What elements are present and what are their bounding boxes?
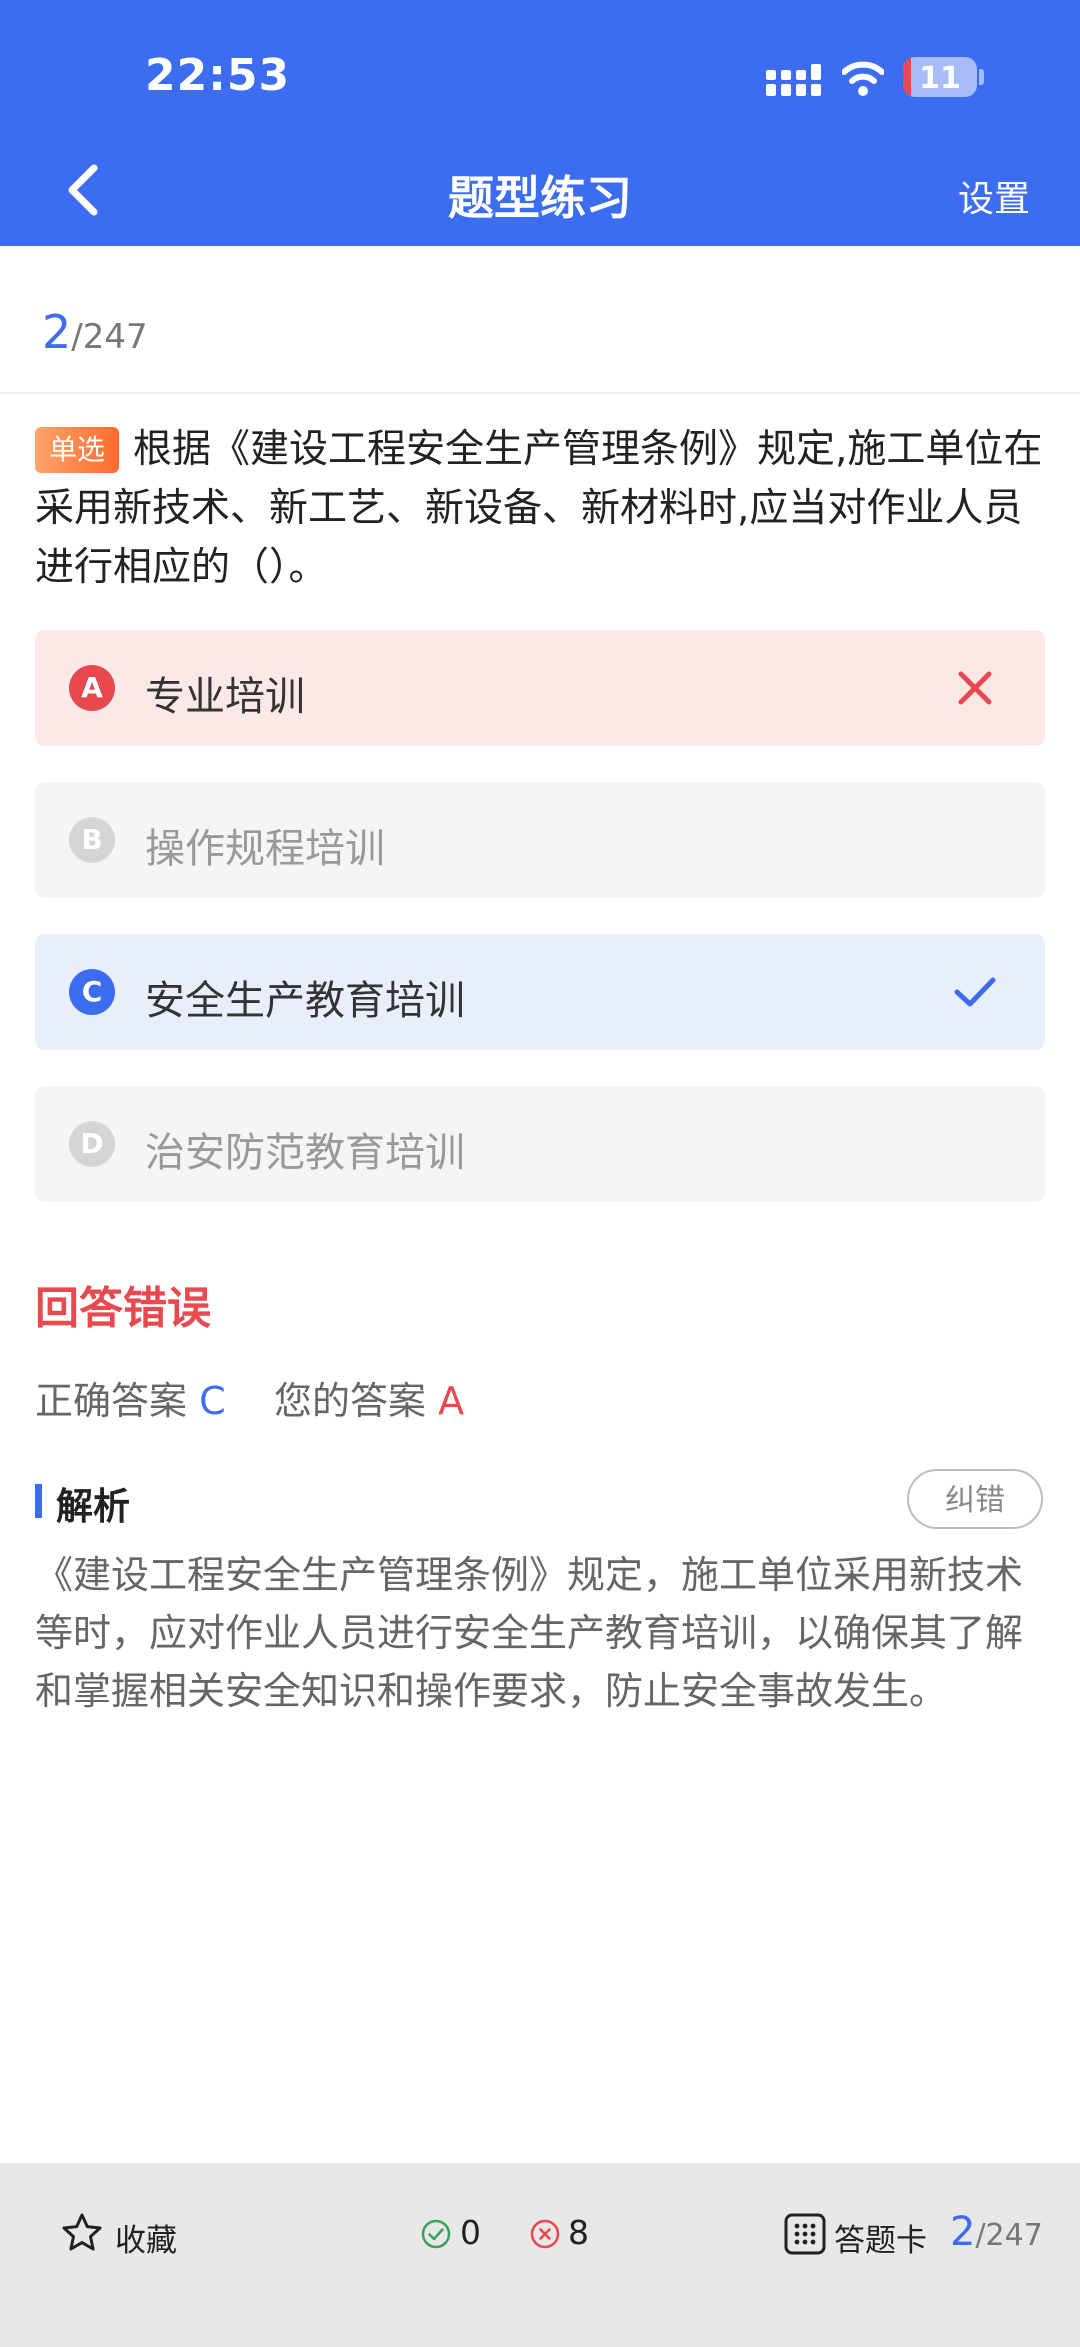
correct-answer-label: 正确答案	[35, 1379, 188, 1423]
your-answer-value: A	[438, 1379, 465, 1423]
question-text: 根据《建设工程安全生产管理条例》规定,施工单位在采用新技术、新工艺、新设备、新材…	[35, 427, 1043, 590]
answer-card-button[interactable]: 答题卡	[834, 2215, 927, 2260]
wrong-count: 8	[568, 2213, 589, 2252]
bottom-progress-total: /247	[975, 2218, 1043, 2253]
option-text-b: 操作规程培训	[145, 826, 385, 872]
question-text-block: 单选 根据《建设工程安全生产管理条例》规定,施工单位在采用新技术、新工艺、新设备、…	[35, 420, 1045, 597]
option-text-c: 安全生产教育培训	[145, 978, 465, 1024]
question-type-tag: 单选	[35, 427, 120, 473]
correct-answer-value: C	[199, 1379, 226, 1423]
analysis-text: 《建设工程安全生产管理条例》规定，施工单位采用新技术等时，应对作业人员进行安全生…	[35, 1553, 1024, 1713]
bottom-bar: 收藏 0 8 答题卡 2/247	[0, 2163, 1080, 2347]
cross-circle-icon	[530, 2219, 560, 2249]
correct-count: 0	[460, 2213, 481, 2252]
report-error-button[interactable]: 纠错	[907, 1469, 1043, 1529]
star-icon[interactable]	[60, 2211, 104, 2255]
option-text-d: 治安防范教育培训	[145, 1130, 465, 1176]
page-title: 题型练习	[448, 171, 632, 225]
app-header: 22:53 11 题型练习 设置	[0, 0, 1080, 246]
status-time: 22:53	[145, 50, 291, 101]
option-text-a: 专业培训	[145, 674, 305, 720]
progress-current: 2	[42, 305, 72, 359]
favorite-button[interactable]: 收藏	[115, 2215, 177, 2260]
battery-icon: 11	[903, 57, 977, 97]
progress-total: /247	[71, 317, 148, 357]
answer-summary: 正确答案 C 您的答案 A	[35, 1370, 464, 1425]
answer-card-icon[interactable]	[784, 2213, 826, 2255]
question-progress: 2/247	[42, 305, 148, 359]
option-a[interactable]: A 专业培训	[35, 630, 1045, 746]
option-c[interactable]: C 安全生产教育培训	[35, 934, 1045, 1050]
battery-level: 11	[919, 61, 961, 96]
option-b[interactable]: B 操作规程培训	[35, 782, 1045, 898]
bottom-progress: 2/247	[950, 2209, 1043, 2255]
option-letter-b: B	[69, 817, 115, 863]
your-answer-label: 您的答案	[273, 1379, 426, 1423]
option-letter-d: D	[69, 1121, 115, 1167]
option-letter-a: A	[69, 665, 115, 711]
wrong-cross-icon	[958, 671, 992, 705]
result-title: 回答错误	[35, 1283, 211, 1334]
analysis-title: 解析	[56, 1485, 130, 1528]
settings-button[interactable]: 设置	[958, 170, 1030, 222]
signal-icon	[766, 64, 821, 96]
analysis-accent-bar	[35, 1484, 42, 1518]
correct-check-icon	[954, 977, 996, 1007]
option-letter-c: C	[69, 969, 115, 1015]
option-d[interactable]: D 治安防范教育培训	[35, 1086, 1045, 1202]
wifi-icon	[842, 61, 884, 96]
bottom-progress-current: 2	[950, 2209, 976, 2255]
divider	[0, 392, 1080, 394]
check-circle-icon	[421, 2219, 451, 2249]
battery-tip	[979, 69, 984, 85]
